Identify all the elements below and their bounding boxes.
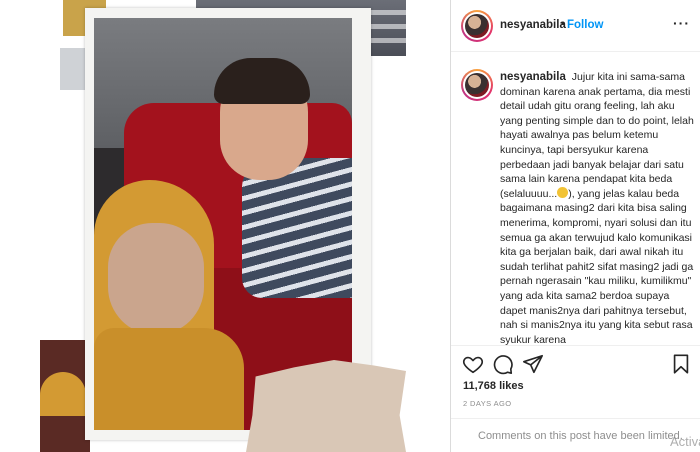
follow-button[interactable]: Follow xyxy=(567,19,603,31)
photo-woman-face xyxy=(108,223,204,335)
comments-limited-notice: Comments on this post have been limited. xyxy=(451,418,700,452)
caption-text-part-1: Jujur kita ini sama-sama dominan karena … xyxy=(500,71,694,200)
share-icon[interactable] xyxy=(522,353,544,375)
instagram-post-view: nesyanabila • Follow ··· nesyanabila Juj… xyxy=(0,0,700,452)
post-side-panel: nesyanabila • Follow ··· nesyanabila Juj… xyxy=(451,0,700,452)
avatar[interactable] xyxy=(461,10,493,42)
heart-icon[interactable] xyxy=(462,353,484,375)
header-username[interactable]: nesyanabila xyxy=(500,19,566,31)
post-photo[interactable] xyxy=(0,0,451,452)
post-timestamp[interactable]: 2 DAYS AGO xyxy=(463,399,511,408)
separator-dot: • xyxy=(561,18,565,30)
likes-count[interactable]: 11,768 likes xyxy=(463,380,524,392)
more-options-icon[interactable]: ··· xyxy=(673,15,690,31)
caption-text-part-2: ), yang jelas kalau beda bagaimana masin… xyxy=(500,187,694,345)
activate-watermark: Activate xyxy=(670,434,700,449)
post-caption: nesyanabila Jujur kita ini sama-sama dom… xyxy=(500,70,696,345)
photo-yellow-scarf xyxy=(94,328,244,430)
background-photo-hijab xyxy=(40,372,86,416)
comments-section[interactable]: nesyanabila Jujur kita ini sama-sama dom… xyxy=(451,53,700,345)
decorative-torn-paper xyxy=(246,360,406,452)
smiling-emoji-icon xyxy=(557,186,569,198)
post-header: nesyanabila • Follow ··· xyxy=(451,0,700,52)
bookmark-icon[interactable] xyxy=(670,353,692,375)
action-bar xyxy=(451,346,700,380)
caption-avatar[interactable] xyxy=(461,69,493,101)
caption-username[interactable]: nesyanabila xyxy=(500,71,566,83)
comments-limited-text: Comments on this post have been limited. xyxy=(478,430,683,442)
photo-man-hair xyxy=(214,58,310,104)
comment-icon[interactable] xyxy=(492,353,514,375)
